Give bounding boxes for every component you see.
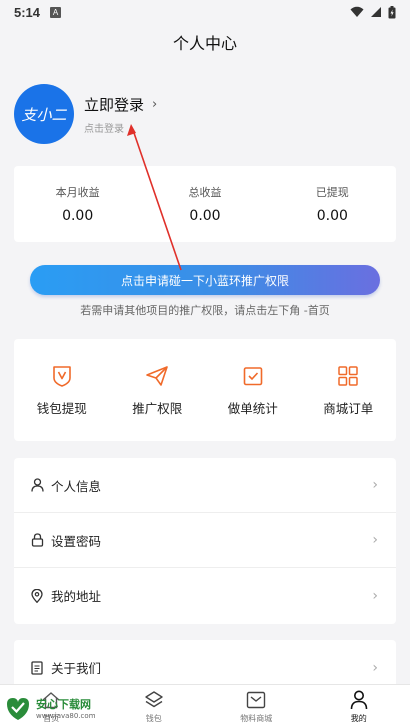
grid-item-promotion-permission[interactable]: 推广权限 — [110, 339, 206, 441]
menu-item-my-address[interactable]: 我的地址 › — [14, 568, 396, 623]
location-pin-icon — [30, 588, 44, 603]
layers-icon — [143, 689, 165, 711]
tab-label: 我的 — [350, 714, 367, 723]
watermark: 安心下载网 www.java80.com — [4, 690, 108, 726]
login-subtitle: 点击登录 — [84, 123, 124, 135]
chevron-right-icon: › — [372, 659, 378, 676]
mail-box-icon — [245, 689, 267, 711]
grid-squares-icon — [336, 364, 360, 388]
person-icon — [348, 689, 370, 711]
stat-value: 0.00 — [316, 208, 348, 224]
document-icon — [30, 660, 44, 675]
profile-text: 立即登录 › 点击登录 — [84, 94, 157, 135]
menu-label: 个人信息 — [51, 478, 102, 494]
watermark-logo — [7, 698, 29, 720]
chevron-right-icon: › — [372, 587, 378, 604]
watermark-text: 安心下载网 www.java80.com — [36, 696, 96, 720]
paper-plane-icon — [145, 364, 169, 388]
watermark-url: www.java80.com — [36, 712, 96, 720]
grid-label: 商城订单 — [323, 400, 374, 416]
wifi-icon — [350, 6, 364, 17]
chevron-right-icon: › — [372, 477, 378, 493]
tab-mine[interactable]: 我的 — [308, 685, 410, 728]
grid-item-wallet-withdraw[interactable]: 钱包提现 — [14, 339, 110, 441]
tab-wallet[interactable]: 钱包 — [103, 685, 206, 728]
tab-label: 物料商城 — [240, 714, 273, 723]
tab-materials-mall[interactable]: 物料商城 — [205, 685, 308, 728]
avatar[interactable]: 支小二 — [14, 84, 74, 144]
stat-total-earnings: 总收益 0.00 — [141, 166, 268, 242]
feature-grid: 钱包提现 推广权限 做单统计 商城订单 — [14, 339, 396, 441]
settings-menu-secondary: 关于我们 › — [14, 640, 396, 685]
page-title: 个人中心 — [172, 34, 237, 53]
earnings-card: 本月收益 0.00 总收益 0.00 已提现 0.00 — [14, 166, 396, 242]
status-icons — [350, 5, 396, 19]
grid-label: 钱包提现 — [36, 400, 87, 416]
menu-label: 我的地址 — [51, 589, 102, 604]
profile-header[interactable]: 支小二 立即登录 › 点击登录 — [14, 82, 396, 146]
status-bar: 5:14 A — [0, 0, 410, 24]
status-time: 5:14 — [14, 4, 41, 20]
stat-label: 本月收益 — [55, 186, 100, 199]
grid-item-mall-orders[interactable]: 商城订单 — [301, 339, 397, 441]
battery-icon — [388, 5, 396, 18]
menu-item-personal-info[interactable]: 个人信息 › — [14, 458, 396, 513]
stat-label: 已提现 — [315, 186, 349, 199]
chevron-right-icon: › — [152, 96, 158, 112]
shield-v-icon — [50, 364, 74, 388]
login-label: 立即登录 — [84, 95, 145, 114]
signal-icon — [371, 7, 381, 17]
watermark-title: 安心下载网 — [36, 698, 91, 711]
menu-label: 设置密码 — [51, 533, 102, 549]
tab-label: 钱包 — [145, 714, 162, 723]
stat-value: 0.00 — [189, 208, 221, 224]
check-square-icon — [241, 364, 265, 388]
apply-promotion-button[interactable]: 点击申请碰一下小蓝环推广权限 — [30, 265, 380, 295]
grid-item-order-stats[interactable]: 做单统计 — [205, 339, 301, 441]
lock-icon — [30, 533, 44, 547]
chevron-right-icon: › — [372, 532, 378, 548]
menu-label: 关于我们 — [51, 661, 102, 676]
stat-label: 总收益 — [188, 186, 222, 199]
promotion-hint: 若需申请其他项目的推广权限，请点击左下角 -首页 — [80, 304, 330, 317]
grid-label: 推广权限 — [132, 400, 183, 416]
login-link[interactable]: 立即登录 › — [84, 94, 157, 115]
grid-label: 做单统计 — [227, 400, 278, 416]
settings-menu: 个人信息 › 设置密码 › 我的地址 › — [14, 458, 396, 624]
stat-monthly-earnings: 本月收益 0.00 — [14, 166, 141, 242]
stat-value: 0.00 — [62, 208, 94, 224]
notification-icon: A — [50, 6, 62, 18]
stat-withdrawn: 已提现 0.00 — [269, 166, 396, 242]
menu-item-set-password[interactable]: 设置密码 › — [14, 513, 396, 568]
user-icon — [30, 478, 44, 492]
